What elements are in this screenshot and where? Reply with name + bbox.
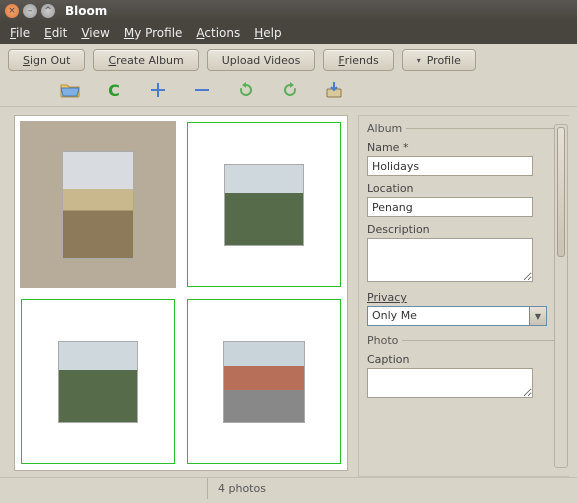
caption-field[interactable] bbox=[367, 368, 533, 398]
name-field[interactable] bbox=[367, 156, 533, 176]
thumbnail-4[interactable] bbox=[187, 299, 341, 464]
export-icon[interactable] bbox=[324, 80, 344, 100]
thumbnail-2[interactable] bbox=[187, 122, 341, 287]
menu-edit[interactable]: Edit bbox=[38, 24, 73, 42]
minus-icon[interactable] bbox=[192, 80, 212, 100]
status-bar: 4 photos bbox=[0, 477, 577, 499]
window-maximize-button[interactable]: ^ bbox=[41, 4, 55, 18]
thumbnail-image bbox=[224, 164, 304, 246]
caption-label: Caption bbox=[367, 353, 561, 366]
create-album-button[interactable]: Create Album bbox=[93, 49, 198, 71]
upload-videos-button[interactable]: Upload Videos bbox=[207, 49, 316, 71]
privacy-value: Only Me bbox=[367, 306, 529, 326]
window-close-button[interactable]: × bbox=[5, 4, 19, 18]
main-content: Album Name Location Description Privacy … bbox=[0, 107, 577, 477]
open-folder-icon[interactable] bbox=[60, 80, 80, 100]
window-minimize-button[interactable]: – bbox=[23, 4, 37, 18]
menu-help[interactable]: Help bbox=[248, 24, 287, 42]
plus-icon[interactable] bbox=[148, 80, 168, 100]
rotate-left-icon[interactable] bbox=[236, 80, 256, 100]
description-field[interactable] bbox=[367, 238, 533, 282]
photo-section-header: Photo bbox=[367, 334, 561, 347]
icon-toolbar: C bbox=[0, 76, 577, 107]
menu-actions[interactable]: Actions bbox=[190, 24, 246, 42]
window-title: Bloom bbox=[65, 4, 107, 18]
photo-count: 4 photos bbox=[208, 482, 266, 495]
thumbnail-image bbox=[62, 151, 134, 259]
refresh-icon[interactable]: C bbox=[104, 80, 124, 100]
menu-my-profile[interactable]: My Profile bbox=[118, 24, 189, 42]
friends-button[interactable]: Friends bbox=[323, 49, 393, 71]
properties-scrollbar[interactable] bbox=[554, 124, 568, 468]
menubar: File Edit View My Profile Actions Help bbox=[0, 22, 577, 44]
scrollbar-thumb[interactable] bbox=[557, 127, 565, 257]
properties-panel: Album Name Location Description Privacy … bbox=[358, 115, 569, 477]
profile-menu-button[interactable]: ▾Profile bbox=[402, 49, 476, 71]
album-section-header: Album bbox=[367, 122, 561, 135]
description-label: Description bbox=[367, 223, 561, 236]
privacy-select[interactable]: Only Me ▼ bbox=[367, 306, 547, 326]
name-label: Name bbox=[367, 141, 561, 154]
thumbnail-3[interactable] bbox=[21, 299, 175, 464]
menu-file[interactable]: File bbox=[4, 24, 36, 42]
location-label: Location bbox=[367, 182, 561, 195]
main-toolbar: Sign Out Create Album Upload Videos Frie… bbox=[0, 44, 577, 76]
sign-out-button[interactable]: Sign Out bbox=[8, 49, 85, 71]
rotate-right-icon[interactable] bbox=[280, 80, 300, 100]
menu-view[interactable]: View bbox=[75, 24, 115, 42]
privacy-label: Privacy bbox=[367, 291, 561, 304]
chevron-down-icon[interactable]: ▼ bbox=[529, 306, 547, 326]
window-titlebar: × – ^ Bloom bbox=[0, 0, 577, 22]
photo-gallery bbox=[14, 115, 348, 471]
location-field[interactable] bbox=[367, 197, 533, 217]
thumbnail-image bbox=[223, 341, 305, 423]
thumbnail-1[interactable] bbox=[21, 122, 175, 287]
thumbnail-image bbox=[58, 341, 138, 423]
